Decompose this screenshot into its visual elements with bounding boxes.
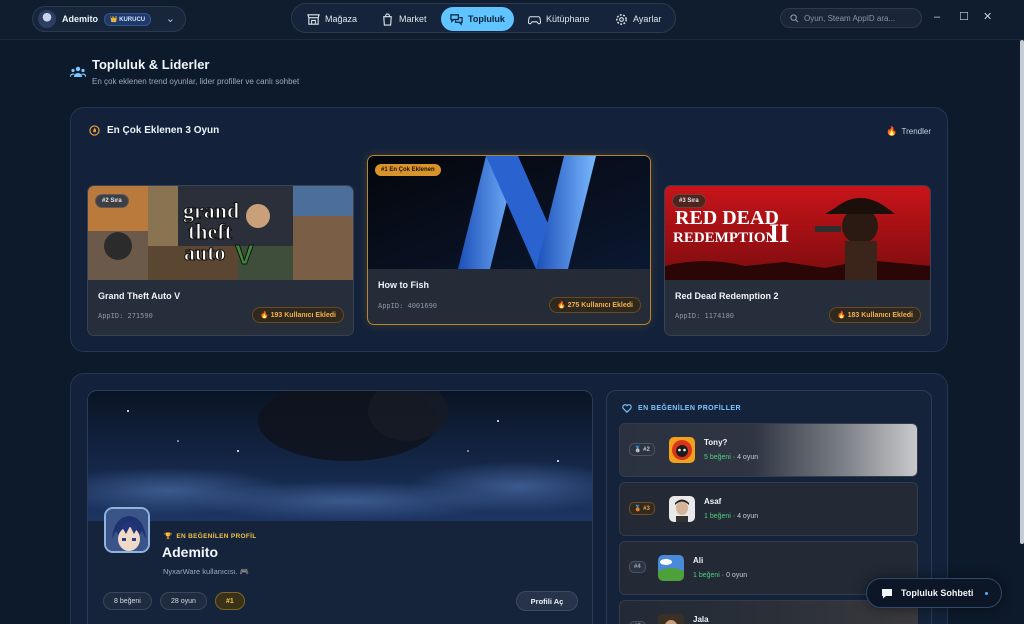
profile-stats: 1 beğeni · 0 oyun xyxy=(693,572,748,579)
featured-description: NyxarWare kullanıcısı. 🎮 xyxy=(163,567,250,576)
avatar xyxy=(658,614,684,624)
game-appid: AppID: 1174180 xyxy=(675,312,735,320)
avatar xyxy=(669,437,695,463)
featured-name: Ademito xyxy=(162,544,218,560)
liked-title-text: EN BEĞENİLEN PROFİLLER xyxy=(638,405,741,412)
avatar xyxy=(658,555,684,581)
svg-text:REDEMPTION: REDEMPTION xyxy=(673,230,777,246)
shopping-bag-icon xyxy=(383,12,392,26)
maximize-icon[interactable]: ☐ xyxy=(959,11,969,23)
chevron-down-icon: ⌄ xyxy=(165,13,175,25)
community-chat-label: Topluluk Sohbeti xyxy=(901,588,974,598)
avatar[interactable] xyxy=(104,507,150,553)
page-subtitle: En çok eklenen trend oyunlar, lider prof… xyxy=(92,77,300,86)
profile-name: Tony? xyxy=(704,438,728,447)
svg-text:auto: auto xyxy=(184,240,226,265)
store-icon xyxy=(307,13,320,25)
nav-settings[interactable]: Ayarlar xyxy=(606,7,670,31)
add-count-badge: 🔥 193 Kullanıcı Ekledi xyxy=(251,307,344,323)
tab-community-label: Topluluk xyxy=(468,14,505,24)
svg-text:II: II xyxy=(769,219,789,248)
games-chip: 28 oyun xyxy=(160,592,207,610)
minimize-icon[interactable]: – xyxy=(934,11,940,23)
user-menu[interactable]: Ademito 👑 KURUCU ⌄ xyxy=(32,6,186,32)
trending-panel: En Çok Eklenen 3 Oyun 🔥 Trendler grand t… xyxy=(70,107,948,352)
nav-library-label: Kütüphane xyxy=(546,14,590,24)
gear-icon xyxy=(616,13,627,25)
profile-stats: 1 beğeni · 4 oyun xyxy=(704,513,759,520)
open-profile-button[interactable]: Profili Aç xyxy=(516,591,578,611)
tab-community[interactable]: Topluluk xyxy=(441,7,514,31)
founder-badge: 👑 KURUCU xyxy=(104,12,152,26)
game-card-rdr2[interactable]: RED DEAD REDEMPTION II #3 Sıra Red Dead … xyxy=(664,185,931,336)
chat-bubbles-icon xyxy=(450,13,463,26)
main-nav: Mağaza Market Topluluk Kütüphane Ayarlar xyxy=(291,3,676,33)
game-cover: grand theft auto V #2 Sıra xyxy=(88,186,353,280)
user-name: Ademito xyxy=(62,14,98,24)
profile-row[interactable]: 🥉 #3 Asaf 1 beğeni · 4 oyun xyxy=(619,482,918,536)
svg-text:RED DEAD: RED DEAD xyxy=(675,207,779,229)
trends-link[interactable]: 🔥 Trendler xyxy=(886,126,931,137)
profile-row[interactable]: 🥈 #2 Tony? 5 beğeni · 4 oyun xyxy=(619,423,918,477)
nav-library[interactable]: Kütüphane xyxy=(519,7,599,31)
heart-icon xyxy=(622,404,632,413)
likes-chip: 8 beğeni xyxy=(103,592,152,610)
page-title: Topluluk & Liderler xyxy=(92,57,210,72)
featured-badge-label: EN BEĞENİLEN PROFİL xyxy=(176,532,257,540)
nav-market-label: Market xyxy=(399,14,427,24)
game-appid: AppID: 271590 xyxy=(98,312,153,320)
game-name: Grand Theft Auto V xyxy=(98,291,181,301)
game-cover: #1 En Çok Eklenen xyxy=(368,156,650,269)
trophy-icon: 🏆 xyxy=(164,533,173,540)
trending-title-text: En Çok Eklenen 3 Oyun xyxy=(107,125,220,136)
scrollbar[interactable] xyxy=(1020,40,1024,544)
liked-title: EN BEĞENİLEN PROFİLLER xyxy=(622,404,741,413)
users-icon xyxy=(70,66,86,78)
search-box[interactable] xyxy=(780,8,922,28)
flame-icon xyxy=(89,125,100,136)
rank-badge: #3 Sıra xyxy=(672,194,706,208)
trending-title: En Çok Eklenen 3 Oyun xyxy=(89,125,219,136)
game-card-gta5[interactable]: grand theft auto V #2 Sıra Grand Theft A… xyxy=(87,185,354,336)
add-count-badge: 🔥 183 Kullanıcı Ekledi xyxy=(828,307,921,323)
profile-stats: 5 beğeni · 4 oyun xyxy=(704,454,759,461)
game-appid: AppID: 4001690 xyxy=(378,302,438,310)
rank-badge: #2 Sıra xyxy=(95,194,129,208)
search-icon xyxy=(790,13,799,22)
user-avatar xyxy=(38,10,56,28)
featured-badge: 🏆 EN BEĞENİLEN PROFİL xyxy=(164,532,257,541)
avatar xyxy=(669,496,695,522)
leaders-panel: 🏆 EN BEĞENİLEN PROFİL Ademito NyxarWare … xyxy=(70,373,948,624)
top-bar: Ademito 👑 KURUCU ⌄ Mağaza Market Toplulu… xyxy=(0,0,1024,40)
rank-chip: #1 xyxy=(215,592,245,610)
nav-store-label: Mağaza xyxy=(325,14,358,24)
featured-profile-card: 🏆 EN BEĞENİLEN PROFİL Ademito NyxarWare … xyxy=(87,390,593,624)
profile-name: Ali xyxy=(693,556,704,565)
rank-badge: #1 En Çok Eklenen xyxy=(375,164,441,176)
flame-icon: 🔥 xyxy=(886,126,898,136)
nav-settings-label: Ayarlar xyxy=(633,14,662,24)
profile-name: Jala xyxy=(693,615,709,624)
nav-store[interactable]: Mağaza xyxy=(298,7,366,31)
game-card-how-to-fish[interactable]: #1 En Çok Eklenen How to Fish AppID: 400… xyxy=(367,155,651,325)
game-cover: RED DEAD REDEMPTION II #3 Sıra xyxy=(665,186,930,280)
chat-icon xyxy=(882,588,892,598)
game-name: How to Fish xyxy=(378,280,429,290)
profile-name: Asaf xyxy=(704,497,722,506)
trends-link-label: Trendler xyxy=(901,127,932,136)
rank-badge: #4 xyxy=(629,561,646,573)
svg-text:V: V xyxy=(235,239,254,270)
add-count-badge: 🔥 275 Kullanıcı Ekledi xyxy=(548,297,641,313)
online-dot xyxy=(985,592,988,595)
profile-banner xyxy=(88,391,592,521)
game-name: Red Dead Redemption 2 xyxy=(675,291,779,301)
gamepad-icon xyxy=(528,15,541,24)
community-chat-button[interactable]: Topluluk Sohbeti xyxy=(866,578,1002,608)
nav-market[interactable]: Market xyxy=(372,7,436,31)
search-input[interactable] xyxy=(804,13,914,23)
close-icon[interactable]: ✕ xyxy=(983,11,992,23)
rank-badge: 🥈 #2 xyxy=(629,443,655,456)
rank-badge: 🥉 #3 xyxy=(629,502,655,515)
